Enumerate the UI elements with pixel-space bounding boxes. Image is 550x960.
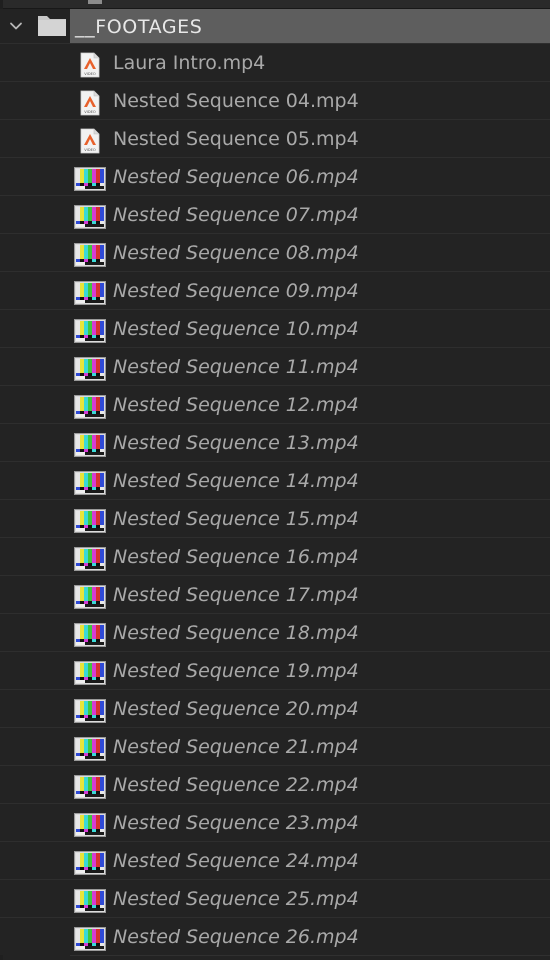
bin-item-row[interactable]: Nested Sequence 11.mp4 bbox=[0, 347, 550, 386]
bin-item-name: Nested Sequence 25.mp4 bbox=[113, 888, 359, 910]
bin-item-name: Nested Sequence 15.mp4 bbox=[113, 508, 359, 530]
bin-item-name: Nested Sequence 07.mp4 bbox=[113, 204, 359, 226]
color-bars-icon bbox=[74, 699, 106, 723]
bin-item-name: Nested Sequence 04.mp4 bbox=[113, 90, 359, 112]
color-bars-icon bbox=[74, 851, 106, 875]
color-bars-icon bbox=[74, 433, 106, 457]
bin-item-name: Nested Sequence 06.mp4 bbox=[113, 166, 359, 188]
folder-row-footages[interactable]: __FOOTAGES bbox=[0, 9, 550, 43]
video-file-icon: VIDEO bbox=[80, 52, 100, 78]
color-bars-icon bbox=[74, 585, 106, 609]
bin-item-row[interactable]: Nested Sequence 12.mp4 bbox=[0, 385, 550, 424]
bin-item-row[interactable]: Nested Sequence 14.mp4 bbox=[0, 461, 550, 500]
color-bars-icon bbox=[74, 547, 106, 571]
bin-item-name: Nested Sequence 24.mp4 bbox=[113, 850, 359, 872]
bin-item-name: Nested Sequence 19.mp4 bbox=[113, 660, 359, 682]
color-bars-icon bbox=[74, 927, 106, 951]
project-panel: __FOOTAGES VIDEO Laura Intro.mp4 VIDEO Nest… bbox=[0, 0, 550, 960]
color-bars-icon bbox=[74, 319, 106, 343]
color-bars-icon bbox=[74, 737, 106, 761]
bin-item-row[interactable]: VIDEO Nested Sequence 04.mp4 bbox=[0, 81, 550, 120]
bin-item-list: VIDEO Laura Intro.mp4 VIDEO Nested Sequence… bbox=[0, 43, 550, 956]
bin-item-row[interactable]: Nested Sequence 21.mp4 bbox=[0, 727, 550, 766]
color-bars-icon bbox=[74, 281, 106, 305]
bin-item-name: Nested Sequence 17.mp4 bbox=[113, 584, 359, 606]
bin-item-row[interactable]: Nested Sequence 10.mp4 bbox=[0, 309, 550, 348]
bin-item-row[interactable]: Nested Sequence 16.mp4 bbox=[0, 537, 550, 576]
color-bars-icon bbox=[74, 167, 106, 191]
bin-item-name: Nested Sequence 18.mp4 bbox=[113, 622, 359, 644]
chevron-down-icon[interactable] bbox=[9, 19, 23, 33]
color-bars-icon bbox=[74, 775, 106, 799]
bin-item-name: Nested Sequence 14.mp4 bbox=[113, 470, 359, 492]
bin-item-name: Nested Sequence 26.mp4 bbox=[113, 926, 359, 948]
bin-item-row[interactable]: Nested Sequence 09.mp4 bbox=[0, 271, 550, 310]
bin-item-row[interactable]: Nested Sequence 25.mp4 bbox=[0, 879, 550, 918]
color-bars-icon bbox=[74, 395, 106, 419]
bin-item-name: Nested Sequence 08.mp4 bbox=[113, 242, 359, 264]
bin-item-row[interactable]: VIDEO Laura Intro.mp4 bbox=[0, 43, 550, 82]
bin-item-row[interactable]: Nested Sequence 07.mp4 bbox=[0, 195, 550, 234]
color-bars-icon bbox=[74, 243, 106, 267]
color-bars-icon bbox=[74, 623, 106, 647]
folder-name: __FOOTAGES bbox=[75, 16, 203, 38]
folder-icon bbox=[38, 16, 66, 36]
bin-item-name: Nested Sequence 23.mp4 bbox=[113, 812, 359, 834]
bin-item-name: Nested Sequence 09.mp4 bbox=[113, 280, 359, 302]
video-file-icon: VIDEO bbox=[80, 128, 100, 154]
video-file-icon: VIDEO bbox=[80, 90, 100, 116]
previous-row-edge bbox=[0, 0, 550, 9]
svg-text:VIDEO: VIDEO bbox=[84, 72, 96, 76]
color-bars-icon bbox=[74, 357, 106, 381]
color-bars-icon bbox=[74, 661, 106, 685]
previous-item-icon-edge bbox=[88, 0, 102, 4]
bin-item-row[interactable]: Nested Sequence 22.mp4 bbox=[0, 765, 550, 804]
bin-item-row[interactable]: VIDEO Nested Sequence 05.mp4 bbox=[0, 119, 550, 158]
bin-item-name: Nested Sequence 05.mp4 bbox=[113, 128, 359, 150]
color-bars-icon bbox=[74, 509, 106, 533]
bin-item-name: Laura Intro.mp4 bbox=[113, 52, 266, 74]
color-bars-icon bbox=[74, 813, 106, 837]
bin-item-name: Nested Sequence 11.mp4 bbox=[113, 356, 359, 378]
color-bars-icon bbox=[74, 471, 106, 495]
bin-item-row[interactable]: Nested Sequence 24.mp4 bbox=[0, 841, 550, 880]
bin-item-row[interactable]: Nested Sequence 06.mp4 bbox=[0, 157, 550, 196]
bin-item-row[interactable]: Nested Sequence 08.mp4 bbox=[0, 233, 550, 272]
bin-item-name: Nested Sequence 10.mp4 bbox=[113, 318, 359, 340]
bin-item-row[interactable]: Nested Sequence 18.mp4 bbox=[0, 613, 550, 652]
bin-item-row[interactable]: Nested Sequence 20.mp4 bbox=[0, 689, 550, 728]
svg-text:VIDEO: VIDEO bbox=[84, 148, 96, 152]
bin-item-name: Nested Sequence 20.mp4 bbox=[113, 698, 359, 720]
bin-item-name: Nested Sequence 13.mp4 bbox=[113, 432, 359, 454]
bin-item-row[interactable]: Nested Sequence 26.mp4 bbox=[0, 917, 550, 956]
bin-item-name: Nested Sequence 12.mp4 bbox=[113, 394, 359, 416]
bin-item-name: Nested Sequence 22.mp4 bbox=[113, 774, 359, 796]
svg-text:VIDEO: VIDEO bbox=[84, 110, 96, 114]
bin-item-row[interactable]: Nested Sequence 17.mp4 bbox=[0, 575, 550, 614]
bin-item-name: Nested Sequence 21.mp4 bbox=[113, 736, 359, 758]
color-bars-icon bbox=[74, 889, 106, 913]
color-bars-icon bbox=[74, 205, 106, 229]
bin-item-row[interactable]: Nested Sequence 23.mp4 bbox=[0, 803, 550, 842]
bin-item-name: Nested Sequence 16.mp4 bbox=[113, 546, 359, 568]
row-divider bbox=[70, 955, 550, 956]
bin-item-row[interactable]: Nested Sequence 15.mp4 bbox=[0, 499, 550, 538]
bin-item-row[interactable]: Nested Sequence 13.mp4 bbox=[0, 423, 550, 462]
bin-item-row[interactable]: Nested Sequence 19.mp4 bbox=[0, 651, 550, 690]
